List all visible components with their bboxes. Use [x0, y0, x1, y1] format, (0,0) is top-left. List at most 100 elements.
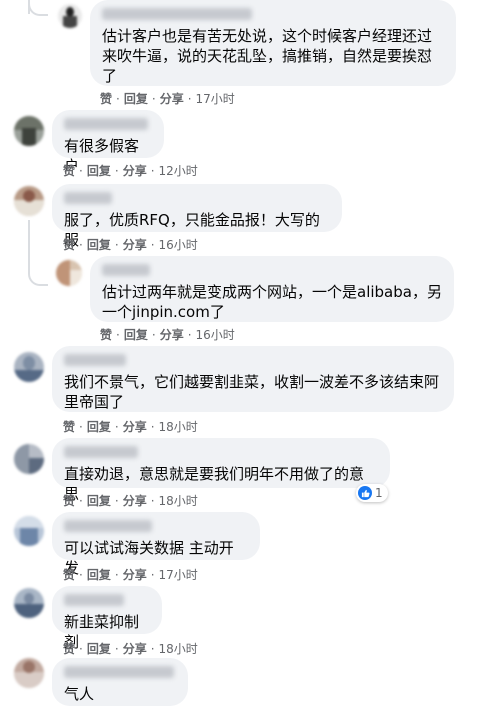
- comment-actions: 赞 · 回复 · 分享 · 18小时: [63, 492, 198, 509]
- comment-actions: 赞 · 回复 · 分享 · 16小时: [100, 326, 235, 343]
- thread-connector: [28, 266, 48, 286]
- separator: ·: [151, 327, 156, 342]
- separator: ·: [79, 163, 83, 178]
- author-name[interactable]: [102, 8, 252, 20]
- comment-bubble: 有很多假客户: [52, 110, 164, 175]
- reply-button[interactable]: 回复: [87, 162, 111, 179]
- separator: ·: [150, 493, 155, 508]
- reply-button[interactable]: 回复: [87, 492, 111, 509]
- avatar[interactable]: [14, 352, 44, 382]
- reply-button[interactable]: 回复: [87, 566, 111, 583]
- like-button[interactable]: 赞: [100, 326, 112, 343]
- separator: ·: [150, 419, 155, 434]
- author-name[interactable]: [102, 264, 150, 276]
- share-button[interactable]: 分享: [123, 418, 147, 435]
- comment-bubble: 我们不景气，它们越要割韭菜，收割一波差不多该结束阿里帝国了: [52, 346, 454, 412]
- separator: ·: [79, 419, 83, 434]
- comment-text: 我们不景气，它们越要割韭菜，收割一波差不多该结束阿里帝国了: [64, 373, 440, 411]
- reaction-count-text: 1: [375, 486, 383, 500]
- avatar[interactable]: [14, 116, 44, 146]
- comment-text: 气人: [64, 685, 95, 703]
- reply-button[interactable]: 回复: [124, 326, 148, 343]
- separator: ·: [150, 237, 155, 252]
- reply-button[interactable]: 回复: [87, 418, 111, 435]
- share-button[interactable]: 分享: [123, 162, 147, 179]
- comment-actions: 赞 · 回复 · 分享 · 17小时: [100, 90, 235, 107]
- like-button[interactable]: 赞: [63, 640, 75, 657]
- avatar[interactable]: [14, 658, 44, 688]
- timestamp[interactable]: 12小时: [159, 162, 198, 179]
- separator: ·: [79, 237, 83, 252]
- comment-bubble: 估计过两年就是变成两个网站，一个是alibaba，另一个jinpin.com了: [90, 256, 454, 322]
- timestamp[interactable]: 18小时: [159, 640, 198, 657]
- separator: ·: [150, 163, 155, 178]
- avatar[interactable]: [14, 588, 44, 618]
- share-button[interactable]: 分享: [123, 640, 147, 657]
- comment-text: 估计客户也是有苦无处说，这个时候客户经理还过来吹牛逼，说的天花乱坠，搞推销，自然…: [102, 27, 433, 85]
- separator: ·: [116, 91, 120, 106]
- thread-line: [28, 220, 30, 268]
- author-name[interactable]: [64, 354, 126, 366]
- separator: ·: [187, 327, 192, 342]
- separator: ·: [116, 327, 120, 342]
- share-button[interactable]: 分享: [123, 492, 147, 509]
- like-button[interactable]: 赞: [63, 418, 75, 435]
- timestamp[interactable]: 18小时: [159, 418, 198, 435]
- timestamp[interactable]: 16小时: [159, 236, 198, 253]
- separator: ·: [114, 163, 119, 178]
- share-button[interactable]: 分享: [123, 236, 147, 253]
- avatar[interactable]: [14, 516, 44, 546]
- comment-bubble: 气人: [52, 658, 188, 706]
- separator: ·: [114, 237, 119, 252]
- avatar[interactable]: [58, 4, 82, 28]
- reaction-count[interactable]: 1: [356, 484, 388, 502]
- author-name[interactable]: [64, 520, 152, 532]
- separator: ·: [150, 567, 155, 582]
- avatar[interactable]: [14, 186, 44, 216]
- comment-bubble: 可以试试海关数据 主动开发: [52, 512, 260, 577]
- comment-actions: 赞 · 回复 · 分享 · 18小时: [63, 640, 198, 657]
- separator: ·: [114, 493, 119, 508]
- separator: ·: [79, 493, 83, 508]
- comment-bubble: 服了，优质RFQ，只能金品报！大写的服: [52, 184, 342, 249]
- separator: ·: [187, 91, 192, 106]
- like-button[interactable]: 赞: [63, 566, 75, 583]
- comment-bubble: 直接劝退，意思就是要我们明年不用做了的意思: [52, 438, 390, 503]
- comment-text: 估计过两年就是变成两个网站，一个是alibaba，另一个jinpin.com了: [102, 283, 442, 321]
- thread-connector: [28, 0, 48, 16]
- share-button[interactable]: 分享: [123, 566, 147, 583]
- author-name[interactable]: [64, 446, 138, 458]
- comment-bubble: 估计客户也是有苦无处说，这个时候客户经理还过来吹牛逼，说的天花乱坠，搞推销，自然…: [90, 0, 456, 86]
- like-button[interactable]: 赞: [63, 492, 75, 509]
- comment-actions: 赞 · 回复 · 分享 · 12小时: [63, 162, 198, 179]
- separator: ·: [79, 641, 83, 656]
- separator: ·: [114, 567, 119, 582]
- like-button[interactable]: 赞: [100, 90, 112, 107]
- reply-button[interactable]: 回复: [87, 640, 111, 657]
- comment-actions: 赞 · 回复 · 分享 · 18小时: [63, 418, 198, 435]
- share-button[interactable]: 分享: [160, 90, 184, 107]
- author-name[interactable]: [64, 666, 174, 678]
- comment-actions: 赞 · 回复 · 分享 · 16小时: [63, 236, 198, 253]
- author-name[interactable]: [64, 192, 112, 204]
- avatar[interactable]: [56, 260, 82, 286]
- like-button[interactable]: 赞: [63, 236, 75, 253]
- timestamp[interactable]: 16小时: [196, 326, 235, 343]
- reply-button[interactable]: 回复: [124, 90, 148, 107]
- thumbs-up-icon: [358, 486, 372, 500]
- comment-actions: 赞 · 回复 · 分享 · 17小时: [63, 566, 198, 583]
- share-button[interactable]: 分享: [160, 326, 184, 343]
- separator: ·: [79, 567, 83, 582]
- author-name[interactable]: [64, 594, 124, 606]
- timestamp[interactable]: 17小时: [196, 90, 235, 107]
- separator: ·: [151, 91, 156, 106]
- author-name[interactable]: [64, 118, 148, 130]
- comment-bubble: 新韭菜抑制剂: [52, 586, 162, 651]
- separator: ·: [114, 641, 119, 656]
- separator: ·: [114, 419, 119, 434]
- timestamp[interactable]: 18小时: [159, 492, 198, 509]
- timestamp[interactable]: 17小时: [159, 566, 198, 583]
- reply-button[interactable]: 回复: [87, 236, 111, 253]
- avatar[interactable]: [14, 444, 44, 474]
- like-button[interactable]: 赞: [63, 162, 75, 179]
